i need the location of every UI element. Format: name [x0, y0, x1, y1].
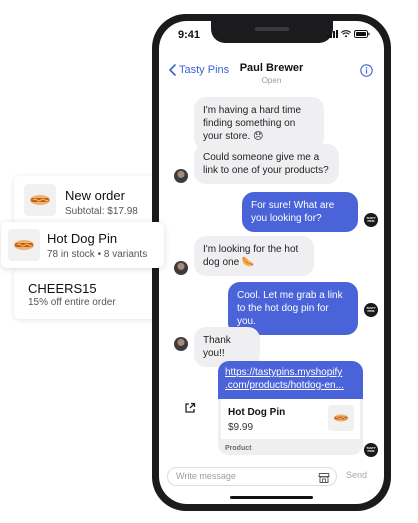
- store-icon: [318, 473, 330, 483]
- hot-dog-pin-thumbnail: [8, 229, 40, 261]
- store-avatar: TASTY PINS: [364, 443, 378, 457]
- message-bubble-incoming: I'm looking for the hot dog one 🌭: [194, 236, 314, 276]
- message-composer: [167, 467, 337, 486]
- hot-dog-pin-thumbnail: [24, 184, 56, 216]
- message-bubble-incoming: Could someone give me a link to one of y…: [194, 144, 339, 184]
- external-link-icon: [185, 402, 196, 413]
- info-button[interactable]: [360, 64, 373, 82]
- discount-code: CHEERS15: [28, 281, 97, 296]
- chat-screen: 9:41 Tasty Pins Paul Brewer Open I'm hav…: [159, 21, 384, 504]
- chat-header: Tasty Pins Paul Brewer Open: [159, 55, 384, 95]
- status-icons: [327, 30, 370, 38]
- order-subtotal: Subtotal: $17.98: [65, 206, 138, 217]
- product-card-stock: 78 in stock • 8 variants: [47, 249, 148, 260]
- discount-card[interactable]: CHEERS15 15% off entire order: [14, 267, 164, 319]
- store-button[interactable]: [318, 471, 330, 489]
- signal-icon: [327, 30, 338, 38]
- message-input[interactable]: [176, 471, 306, 481]
- product-url-line: https://tastypins.myshopify: [225, 367, 343, 378]
- phone-frame: 9:41 Tasty Pins Paul Brewer Open I'm hav…: [152, 14, 391, 511]
- send-button[interactable]: Send: [346, 470, 367, 480]
- open-external-button[interactable]: [184, 401, 196, 419]
- phone-notch: [210, 21, 333, 43]
- contact-name: Paul Brewer: [239, 62, 304, 74]
- product-card[interactable]: Hot Dog Pin 78 in stock • 8 variants: [1, 222, 164, 268]
- info-icon: [360, 64, 373, 77]
- customer-avatar: [174, 169, 188, 183]
- product-card-title: Hot Dog Pin: [47, 231, 118, 246]
- hot-dog-pin-thumbnail: [328, 405, 354, 431]
- customer-avatar: [174, 261, 188, 275]
- wifi-icon: [341, 30, 351, 38]
- store-avatar: TASTY PINS: [364, 213, 378, 227]
- product-preview: Hot Dog Pin $9.99: [221, 399, 360, 439]
- store-avatar: TASTY PINS: [364, 303, 378, 317]
- contact-status: Open: [261, 76, 282, 85]
- discount-description: 15% off entire order: [28, 297, 116, 308]
- customer-avatar: [174, 337, 188, 351]
- product-name: Hot Dog Pin: [228, 407, 286, 418]
- battery-icon: [354, 30, 370, 38]
- product-url-line: .com/products/hotdog-en...: [225, 380, 344, 391]
- product-link-type: Product: [225, 445, 252, 452]
- message-bubble-outgoing: For sure! What are you looking for?: [242, 192, 358, 232]
- product-price: $9.99: [228, 422, 254, 433]
- status-time: 9:41: [178, 29, 201, 41]
- message-bubble-incoming: I'm having a hard time finding something…: [194, 97, 324, 150]
- new-order-title: New order: [65, 188, 125, 203]
- product-url[interactable]: https://tastypins.myshopify .com/product…: [218, 361, 363, 399]
- product-link-card[interactable]: https://tastypins.myshopify .com/product…: [218, 361, 363, 455]
- new-order-card[interactable]: New order Subtotal: $17.98: [14, 176, 164, 224]
- home-indicator: [230, 496, 313, 499]
